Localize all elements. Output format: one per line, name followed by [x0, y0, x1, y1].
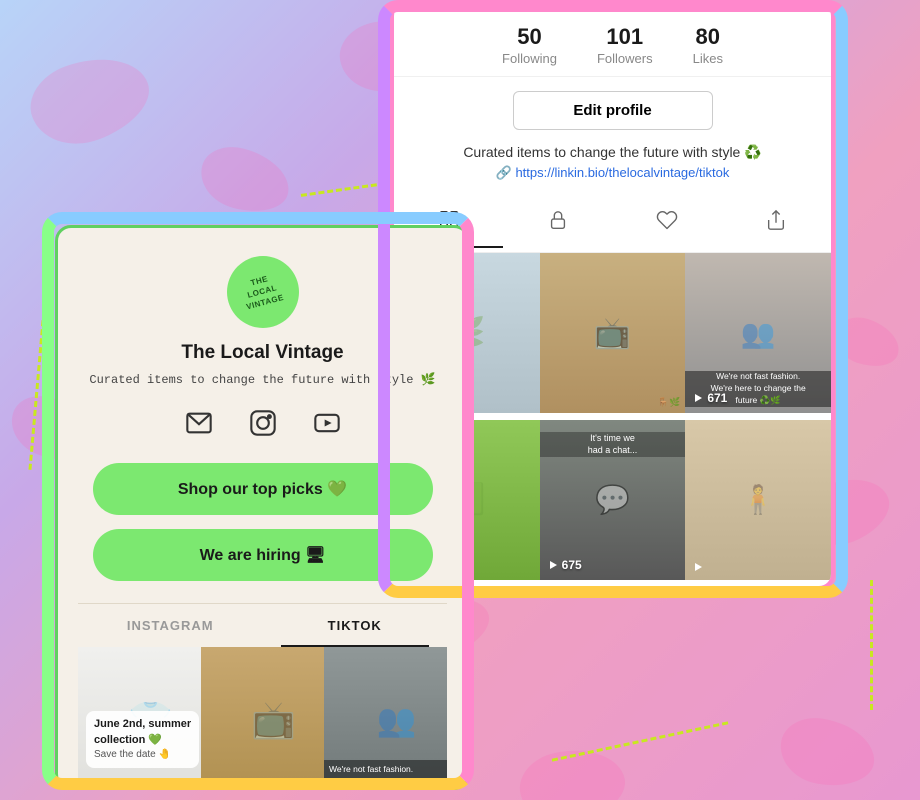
likes-label: Likes — [693, 51, 723, 66]
video-cell-3[interactable]: 👥 We're not fast fashion.We're here to c… — [685, 253, 831, 413]
following-label: Following — [502, 51, 557, 66]
shop-button[interactable]: Shop our top picks 💚 — [93, 463, 433, 515]
profile-name: The Local Vintage — [181, 342, 343, 364]
likes-count: 80 — [693, 24, 723, 50]
youtube-icon-button[interactable] — [309, 405, 345, 441]
video-cell-6[interactable]: 🧍 — [685, 420, 831, 580]
followers-stat: 101 Followers — [597, 24, 653, 68]
tab-instagram[interactable]: INSTAGRAM — [78, 604, 263, 647]
following-stat: 50 Following — [502, 24, 557, 68]
play-icon-5: 675 — [548, 558, 582, 572]
content-grid: 👕 June 2nd, summercollection 💚 Save the … — [78, 647, 447, 787]
tiktok-bio: Curated items to change the future with … — [394, 144, 831, 165]
profile-logo: THE LOCAL VINTAGE — [227, 256, 299, 328]
tab-lock[interactable] — [503, 199, 612, 248]
dashed-line-4 — [870, 580, 873, 710]
play-icon-3: 671 — [693, 391, 727, 405]
video-cell-2[interactable]: 📺 🪑🌿 — [540, 253, 686, 413]
email-icon-button[interactable] — [181, 405, 217, 441]
followers-count: 101 — [597, 24, 653, 50]
tab-share[interactable] — [722, 199, 831, 248]
social-icons-row — [181, 405, 345, 441]
hiring-button[interactable]: We are hiring 🖥 — [93, 529, 433, 581]
content-tabs: INSTAGRAM TIKTOK — [78, 603, 447, 647]
logo-text: THE LOCAL VINTAGE — [240, 271, 286, 313]
stats-row: 50 Following 101 Followers 80 Likes — [394, 4, 831, 77]
tab-liked[interactable] — [613, 199, 722, 248]
following-count: 50 — [502, 24, 557, 50]
instagram-icon-button[interactable] — [245, 405, 281, 441]
tab-tiktok[interactable]: TIKTOK — [263, 604, 448, 647]
profile-bio: Curated items to change the future with … — [89, 372, 435, 387]
tiktok-link[interactable]: 🔗 https://linkin.bio/thelocalvintage/tik… — [394, 165, 831, 195]
grid-cell-people[interactable]: 👥 We're not fast fashion.We're here to c… — [324, 647, 447, 787]
edit-profile-button[interactable]: Edit profile — [513, 91, 713, 130]
play-icon-6 — [693, 562, 703, 572]
date-overlay: June 2nd, summercollection 💚 Save the da… — [86, 711, 199, 768]
video-cell-5[interactable]: 💬 It's time wehad a chat... 675 — [540, 420, 686, 580]
linktree-profile-card: THE LOCAL VINTAGE The Local Vintage Cura… — [55, 225, 470, 790]
followers-label: Followers — [597, 51, 653, 66]
likes-stat: 80 Likes — [693, 24, 723, 68]
